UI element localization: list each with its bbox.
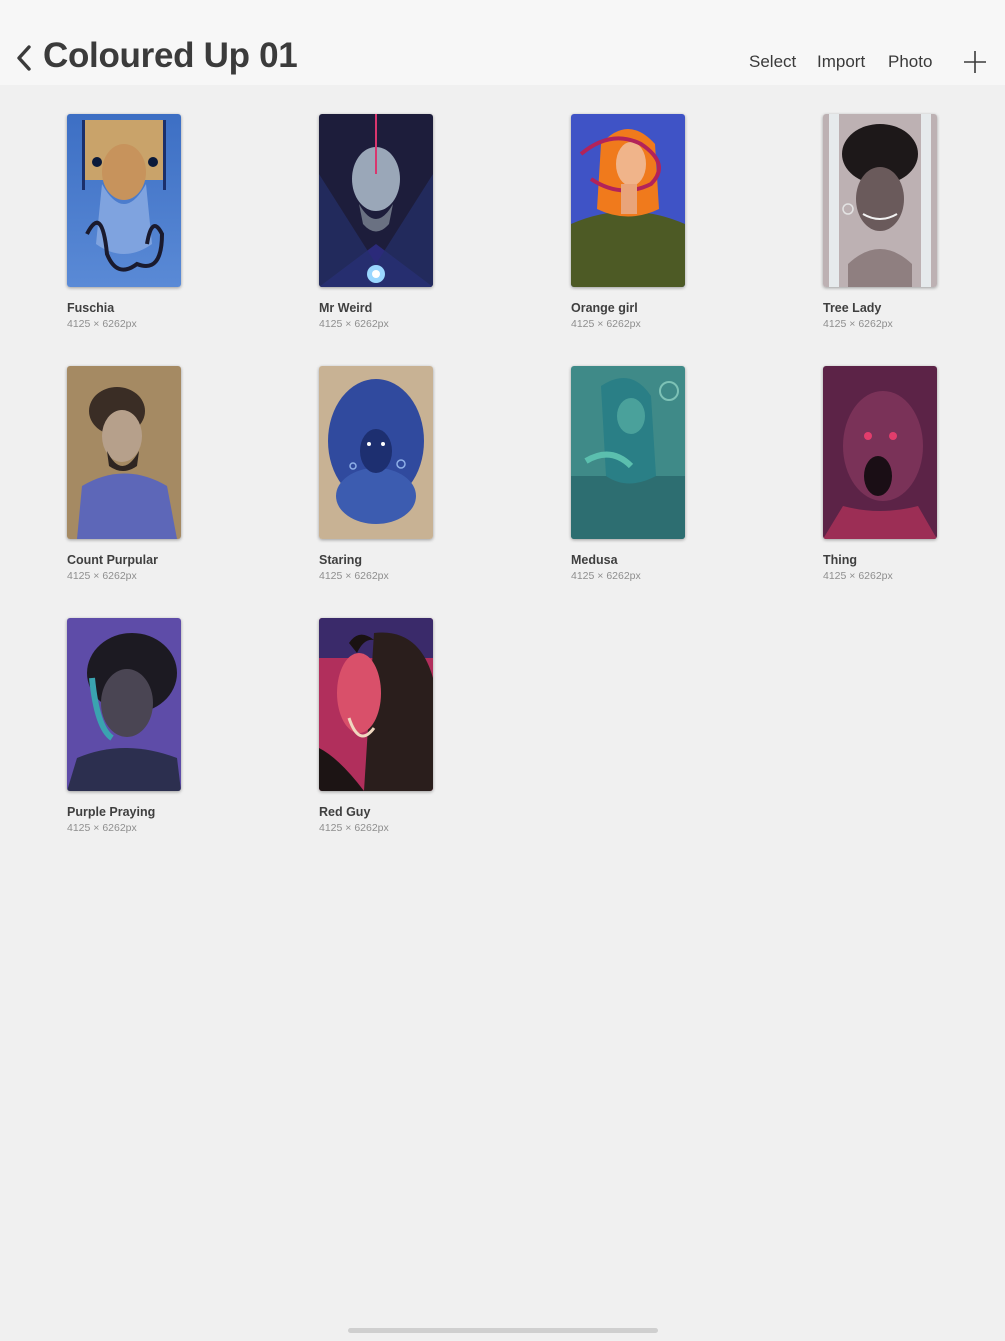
artwork-dimensions: 4125 × 6262px [67,318,137,330]
artwork-thumbnail[interactable] [823,366,937,539]
artwork-title: Orange girl [571,301,638,315]
add-button[interactable] [962,49,988,75]
artwork-dimensions: 4125 × 6262px [319,318,389,330]
artwork-dimensions: 4125 × 6262px [319,570,389,582]
artwork-card[interactable]: Staring 4125 × 6262px [319,366,519,596]
artwork-card[interactable]: Tree Lady 4125 × 6262px [823,114,1005,344]
artwork-thumbnail[interactable] [67,618,181,791]
artwork-card[interactable]: Red Guy 4125 × 6262px [319,618,519,848]
artwork-title: Staring [319,553,363,567]
artwork-title: Purple Praying [67,805,156,819]
artwork-title: Medusa [571,553,618,567]
plus-icon [964,51,986,73]
artwork-card[interactable]: Count Purpular 4125 × 6262px [67,366,267,596]
artwork-thumbnail[interactable] [319,366,433,539]
artwork-thumbnail[interactable] [571,114,685,287]
artwork-dimensions: 4125 × 6262px [823,318,893,330]
artwork-thumbnail[interactable] [571,366,685,539]
artwork-dimensions: 4125 × 6262px [67,570,137,582]
artwork-title: Tree Lady [823,301,882,315]
artwork-thumbnail[interactable] [67,114,181,287]
toolbar-actions: Select Import Photo [0,52,1005,76]
import-button[interactable]: Import [817,52,865,72]
artwork-dimensions: 4125 × 6262px [319,822,389,834]
artwork-card[interactable]: Mr Weird 4125 × 6262px [319,114,519,344]
artwork-thumbnail[interactable] [319,114,433,287]
artwork-title: Thing [823,553,858,567]
artwork-thumbnail[interactable] [823,114,937,287]
top-bar: Coloured Up 01 Select Import Photo [0,0,1005,85]
artwork-thumbnail[interactable] [319,618,433,791]
artwork-dimensions: 4125 × 6262px [67,822,137,834]
artwork-dimensions: 4125 × 6262px [571,318,641,330]
select-button[interactable]: Select [749,52,796,72]
artwork-card[interactable]: Purple Praying 4125 × 6262px [67,618,267,848]
artwork-card[interactable]: Medusa 4125 × 6262px [571,366,771,596]
artwork-card[interactable]: Thing 4125 × 6262px [823,366,1005,596]
artwork-thumbnail[interactable] [67,366,181,539]
artwork-title: Mr Weird [319,301,373,315]
artwork-dimensions: 4125 × 6262px [571,570,641,582]
artwork-card[interactable]: Fuschia 4125 × 6262px [67,114,267,344]
artwork-title: Count Purpular [67,553,158,567]
photo-button[interactable]: Photo [888,52,932,72]
home-indicator[interactable] [348,1328,658,1333]
artwork-dimensions: 4125 × 6262px [823,570,893,582]
artwork-card[interactable]: Orange girl 4125 × 6262px [571,114,771,344]
artwork-title: Fuschia [67,301,115,315]
artwork-title: Red Guy [319,805,371,819]
